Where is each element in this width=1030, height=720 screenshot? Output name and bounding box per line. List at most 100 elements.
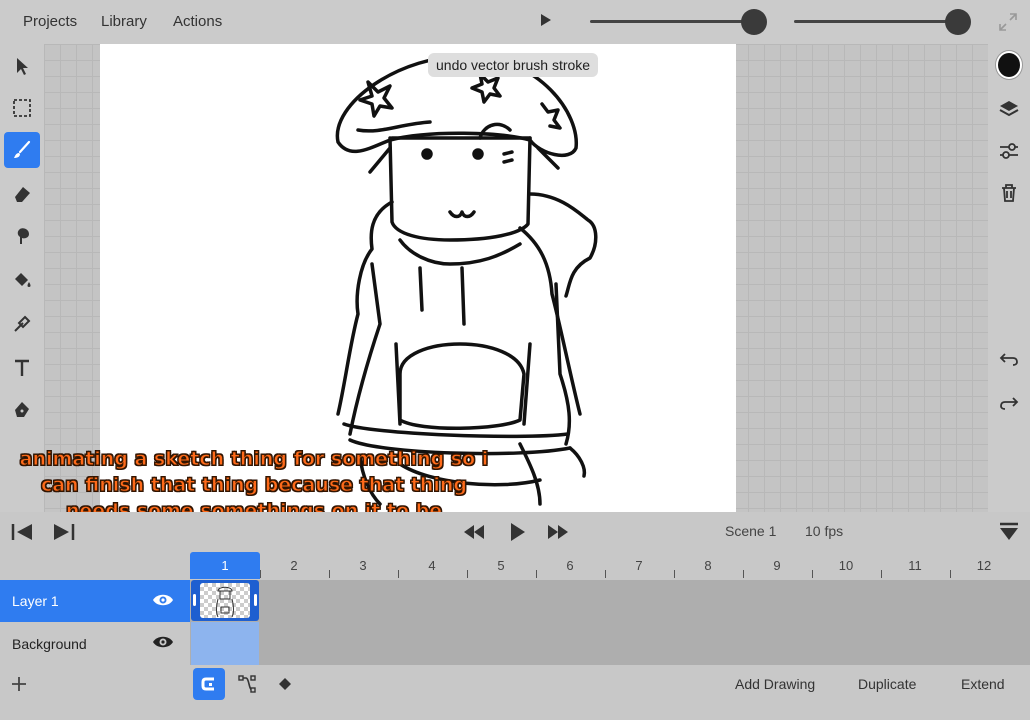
brush-opacity-knob[interactable] xyxy=(945,9,971,35)
frame-number[interactable]: 3 xyxy=(353,558,373,573)
brush-tool[interactable] xyxy=(4,132,40,168)
redo-icon xyxy=(1000,397,1019,410)
ruler-tick xyxy=(811,570,813,578)
ruler-tick xyxy=(880,570,882,578)
previous-frame-icon[interactable] xyxy=(462,522,486,542)
brush-size-knob[interactable] xyxy=(741,9,767,35)
frame-number[interactable]: 2 xyxy=(284,558,304,573)
next-frame-icon[interactable] xyxy=(546,522,570,542)
motion-path-button[interactable] xyxy=(231,668,263,700)
text-icon xyxy=(15,359,29,376)
eyedropper-tool[interactable] xyxy=(4,306,40,342)
smudge-tool[interactable] xyxy=(4,218,40,254)
motion-path-icon xyxy=(238,675,256,693)
frame-cell-1[interactable] xyxy=(191,580,259,621)
thumbnail-sketch xyxy=(216,586,234,618)
playback-bar: Scene 1 10 fps xyxy=(0,512,1030,552)
undo-tooltip: undo vector brush stroke xyxy=(428,53,599,77)
frame-thumbnail xyxy=(200,583,250,618)
frame-number[interactable]: 12 xyxy=(974,558,994,573)
undo-button[interactable] xyxy=(996,346,1022,372)
color-swatch xyxy=(996,51,1022,79)
layers-icon xyxy=(999,101,1019,117)
pen-tool[interactable] xyxy=(4,392,40,428)
frame-trim-handle-left[interactable] xyxy=(193,594,196,606)
ruler-tick xyxy=(535,570,537,578)
left-toolbar xyxy=(0,44,44,512)
layer-1-track[interactable] xyxy=(190,580,1030,622)
last-frame-icon[interactable] xyxy=(52,522,76,542)
frame-number[interactable]: 11 xyxy=(905,558,925,573)
ruler-tick xyxy=(397,570,399,578)
add-drawing-button[interactable]: Add Drawing xyxy=(735,676,815,692)
frame-trim-handle-right[interactable] xyxy=(254,594,257,606)
fullscreen-icon[interactable] xyxy=(998,12,1018,32)
extend-button[interactable]: Extend xyxy=(961,676,1005,692)
frame-ruler[interactable] xyxy=(0,552,1030,579)
duplicate-button[interactable]: Duplicate xyxy=(858,676,916,692)
character-sketch xyxy=(335,54,598,506)
menu-library[interactable]: Library xyxy=(101,13,147,30)
text-tool[interactable] xyxy=(4,350,40,386)
frame-mode-icon xyxy=(201,677,214,691)
brush-icon xyxy=(14,140,31,158)
select-arrow-icon xyxy=(17,58,28,75)
menu-actions[interactable]: Actions xyxy=(173,13,222,30)
layer-row-layer-1[interactable]: Layer 1 xyxy=(0,580,190,622)
drawing-stage[interactable] xyxy=(100,44,736,512)
ruler-tick xyxy=(328,570,330,578)
ruler-tick xyxy=(673,570,675,578)
redo-button[interactable] xyxy=(996,390,1022,416)
delete-button[interactable] xyxy=(996,180,1022,206)
frame-number[interactable]: 5 xyxy=(491,558,511,573)
frame-mode-button[interactable] xyxy=(193,668,225,700)
eraser-icon xyxy=(15,187,30,202)
scene-label[interactable]: Scene 1 xyxy=(725,523,776,539)
layer-row-background[interactable]: Background xyxy=(0,622,190,665)
bottom-bar: Add Drawing Duplicate Extend xyxy=(0,665,1030,720)
frame-number[interactable]: 8 xyxy=(698,558,718,573)
frame-number[interactable]: 7 xyxy=(629,558,649,573)
background-frame-cell[interactable] xyxy=(191,622,259,665)
ruler-tick xyxy=(742,570,744,578)
menu-projects[interactable]: Projects xyxy=(23,13,77,30)
layer-name: Layer 1 xyxy=(12,593,59,609)
marquee-tool[interactable] xyxy=(4,90,40,126)
trash-icon xyxy=(1002,184,1016,202)
pen-icon xyxy=(15,402,29,417)
adjust-button[interactable] xyxy=(996,138,1022,164)
frame-number[interactable]: 10 xyxy=(836,558,856,573)
fill-tool[interactable] xyxy=(4,262,40,298)
fps-label[interactable]: 10 fps xyxy=(805,523,843,539)
layers-button[interactable] xyxy=(996,96,1022,122)
select-tool[interactable] xyxy=(4,48,40,84)
fill-bucket-icon xyxy=(15,273,31,287)
brush-opacity-slider[interactable] xyxy=(794,20,958,23)
top-bar: Projects Library Actions xyxy=(0,0,1030,44)
brush-size-slider[interactable] xyxy=(590,20,754,23)
color-picker[interactable] xyxy=(996,51,1022,79)
frame-number[interactable]: 6 xyxy=(560,558,580,573)
preview-play-icon[interactable] xyxy=(541,14,551,26)
right-toolbar xyxy=(988,44,1030,512)
first-frame-icon[interactable] xyxy=(10,522,34,542)
keyframe-diamond-icon xyxy=(279,678,291,690)
frame-number[interactable]: 4 xyxy=(422,558,442,573)
background-track[interactable] xyxy=(190,622,1030,665)
frame-number[interactable]: 9 xyxy=(767,558,787,573)
ruler-tick xyxy=(949,570,951,578)
undo-icon xyxy=(999,353,1018,366)
ruler-tick xyxy=(604,570,606,578)
frame-number[interactable]: 1 xyxy=(215,558,235,573)
visibility-eye-icon[interactable] xyxy=(152,634,174,650)
eyedropper-icon xyxy=(14,315,31,332)
collapse-timeline-icon[interactable] xyxy=(999,522,1019,542)
visibility-eye-icon[interactable] xyxy=(152,592,174,608)
marquee-select-icon xyxy=(13,99,31,117)
add-layer-icon[interactable] xyxy=(10,675,28,693)
play-icon[interactable] xyxy=(508,520,528,544)
layer-name: Background xyxy=(12,635,87,652)
keyframe-button[interactable] xyxy=(269,668,301,700)
adjust-sliders-icon xyxy=(1000,143,1018,159)
eraser-tool[interactable] xyxy=(4,176,40,212)
